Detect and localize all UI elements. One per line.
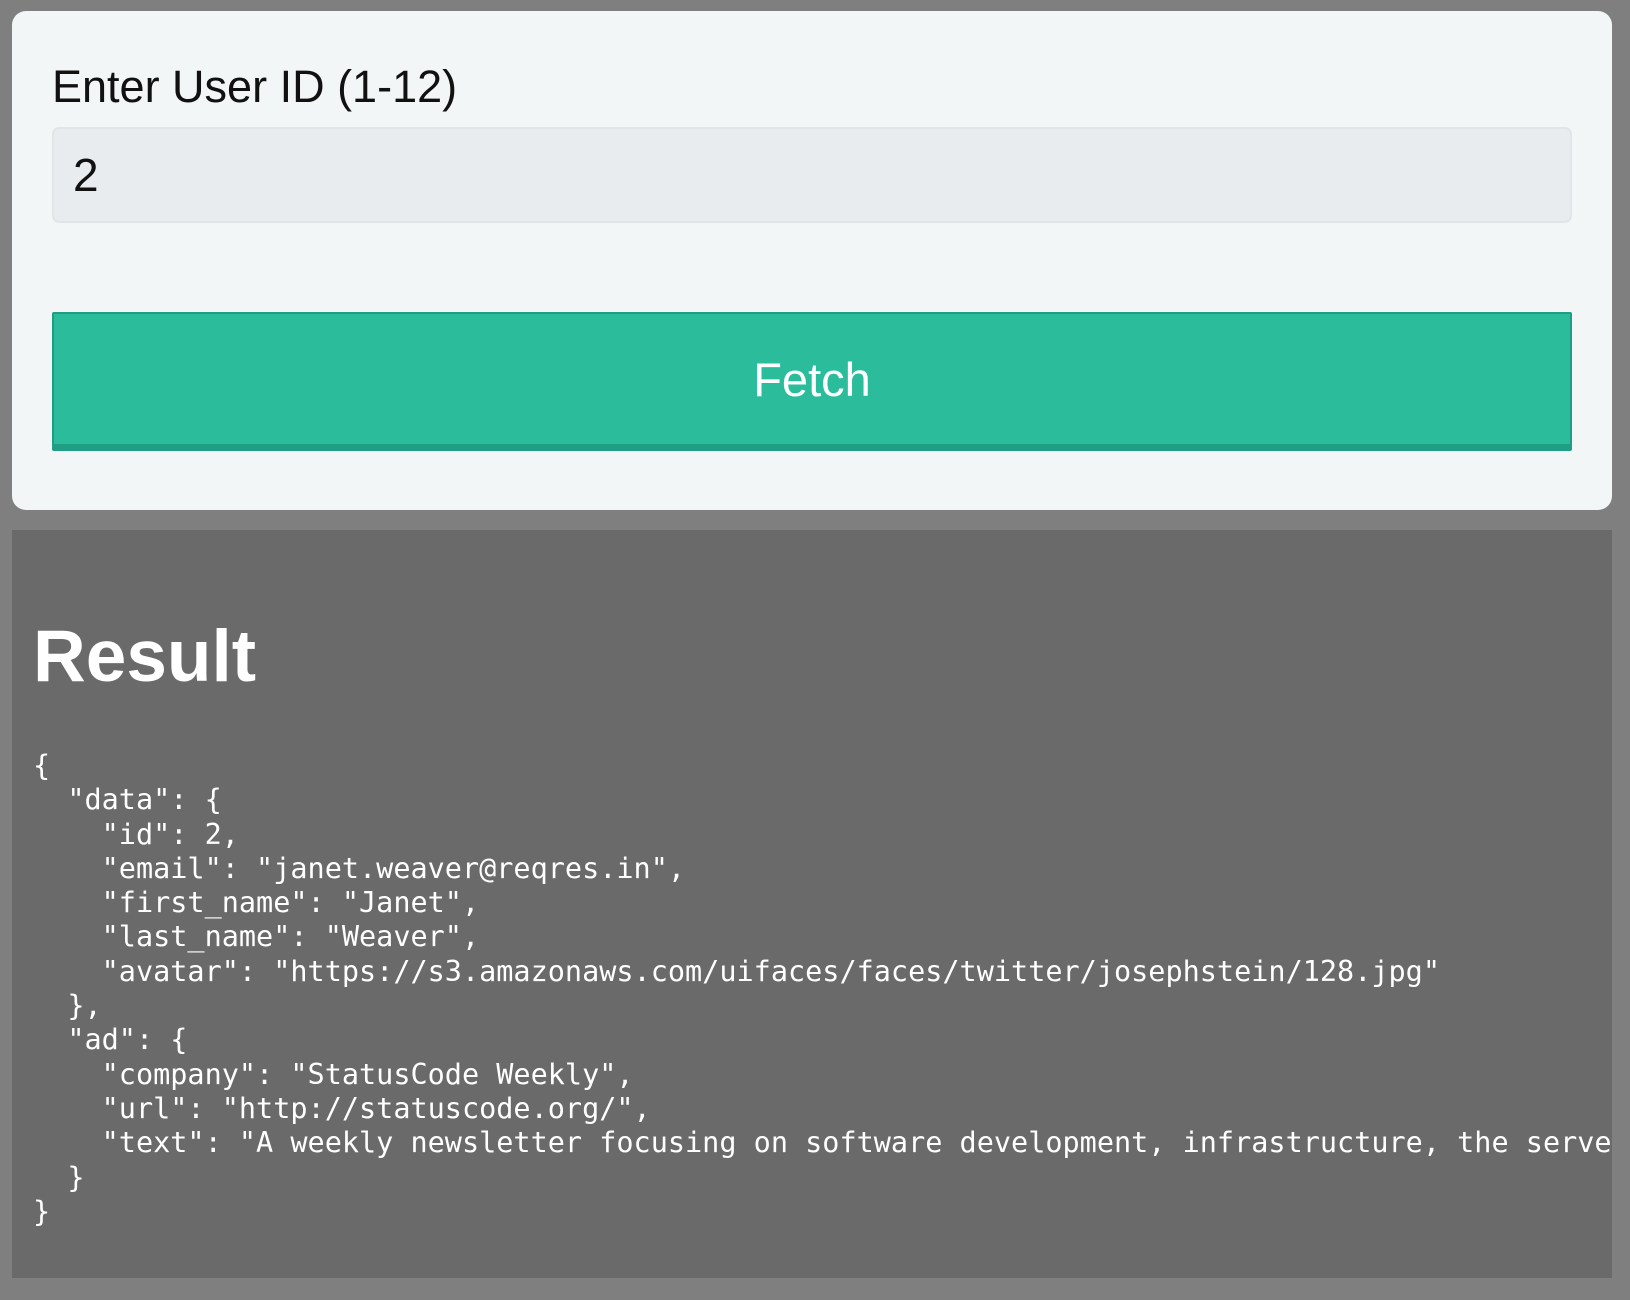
fetch-button[interactable]: Fetch: [52, 312, 1572, 451]
result-heading: Result: [33, 616, 257, 697]
user-id-input[interactable]: [52, 127, 1572, 223]
user-id-form: Enter User ID (1-12) Fetch: [12, 11, 1612, 510]
result-json-output: { "data": { "id": 2, "email": "janet.wea…: [33, 749, 1612, 1228]
user-id-label: Enter User ID (1-12): [52, 61, 458, 112]
result-panel: Result { "data": { "id": 2, "email": "ja…: [12, 530, 1612, 1278]
